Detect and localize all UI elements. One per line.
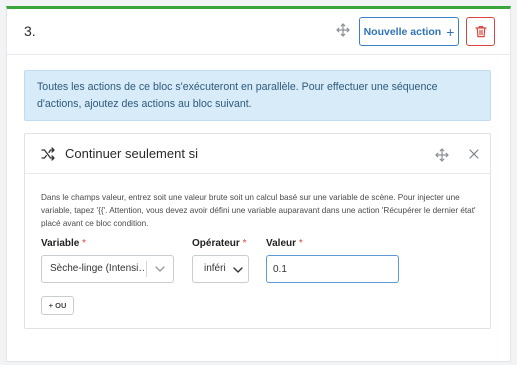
trash-icon bbox=[474, 25, 487, 38]
operator-selected-value: inféri bbox=[204, 263, 226, 274]
operator-label: Opérateur * bbox=[192, 238, 246, 249]
condition-card: Continuer seulement si Dans le champs va… bbox=[24, 133, 491, 329]
shuffle-icon bbox=[41, 147, 55, 161]
operator-label-text: Opérateur bbox=[192, 238, 240, 249]
variable-label: Variable * bbox=[41, 238, 86, 249]
variable-select[interactable]: Sèche-linge (Intensité) bbox=[41, 255, 174, 283]
condition-header: Continuer seulement si bbox=[25, 134, 490, 174]
block-header: 3. Nouvelle action + bbox=[7, 9, 510, 55]
variable-label-text: Variable bbox=[41, 238, 80, 249]
condition-help-text: Dans le champs valeur, entrez soit une v… bbox=[41, 193, 476, 228]
plus-icon: + bbox=[446, 23, 455, 40]
operator-select[interactable]: inféri bbox=[192, 255, 249, 283]
new-action-label: Nouvelle action bbox=[363, 25, 442, 38]
value-label: Valeur * bbox=[266, 238, 303, 249]
chevron-down-icon[interactable] bbox=[233, 266, 243, 274]
delete-block-button[interactable] bbox=[466, 17, 495, 46]
required-mark: * bbox=[82, 238, 87, 249]
close-icon[interactable] bbox=[468, 148, 480, 160]
parallel-info-alert: Toutes les actions de ce bloc s'exécuter… bbox=[24, 70, 491, 121]
select-divider bbox=[146, 261, 147, 277]
scene-action-block: 3. Nouvelle action + Toutes les actions … bbox=[6, 6, 511, 362]
value-label-text: Valeur bbox=[266, 238, 297, 249]
chevron-down-icon[interactable] bbox=[155, 265, 165, 273]
required-mark: * bbox=[298, 238, 303, 249]
add-or-button[interactable]: + OU bbox=[41, 296, 74, 315]
new-action-button[interactable]: Nouvelle action + bbox=[359, 17, 459, 46]
condition-title: Continuer seulement si bbox=[65, 146, 198, 161]
variable-selected-value: Sèche-linge (Intensité) bbox=[50, 263, 150, 274]
move-arrows-icon[interactable] bbox=[435, 148, 449, 162]
required-mark: * bbox=[242, 238, 247, 249]
move-arrows-icon[interactable] bbox=[336, 23, 350, 37]
step-number: 3. bbox=[24, 23, 36, 39]
value-input[interactable] bbox=[266, 255, 399, 283]
